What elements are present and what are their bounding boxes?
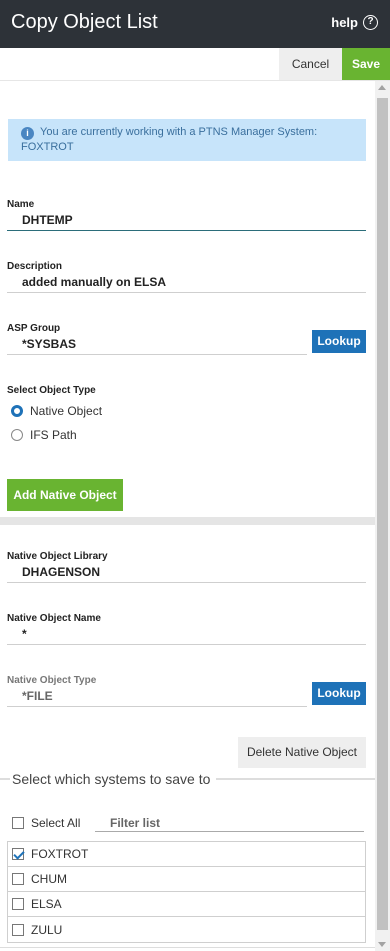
app-header: Copy Object List help ? [0, 0, 390, 48]
description-input[interactable]: added manually on ELSA [7, 271, 366, 293]
filter-list-input[interactable]: Filter list [95, 814, 364, 832]
select-all-checkbox[interactable]: Select All [12, 816, 80, 830]
radio-native-object[interactable]: Native Object [11, 404, 102, 418]
section-divider [0, 517, 375, 525]
add-native-object-button[interactable]: Add Native Object [7, 479, 123, 511]
radio-selected-icon[interactable] [11, 405, 23, 417]
save-button[interactable]: Save [342, 48, 390, 80]
scroll-down-arrow-icon[interactable] [378, 942, 386, 947]
list-item[interactable]: ELSA [8, 892, 365, 917]
checkbox-checked-icon[interactable] [12, 848, 24, 860]
cancel-button[interactable]: Cancel [279, 48, 342, 80]
section-rule-left [0, 778, 10, 780]
native-library-input[interactable]: DHAGENSON [7, 561, 366, 583]
asp-group-input[interactable]: *SYSBAS [7, 333, 307, 355]
name-input[interactable]: DHTEMP [7, 209, 366, 231]
info-icon: i [21, 127, 34, 140]
action-toolbar: Cancel Save [0, 48, 390, 81]
help-link[interactable]: help ? [331, 15, 378, 30]
native-type-input[interactable]: *FILE [7, 685, 307, 707]
scroll-up-arrow-icon[interactable] [378, 85, 386, 90]
info-text: You are currently working with a PTNS Ma… [21, 126, 318, 153]
help-label: help [331, 15, 358, 30]
info-banner: i You are currently working with a PTNS M… [8, 119, 366, 161]
list-item[interactable]: ZULU [8, 917, 365, 942]
asp-group-lookup-button[interactable]: Lookup [312, 330, 366, 353]
list-item[interactable]: CHUM [8, 867, 365, 892]
system-label: ZULU [31, 922, 63, 937]
native-type-lookup-button[interactable]: Lookup [312, 682, 366, 705]
radio-native-object-label: Native Object [30, 404, 103, 418]
native-name-input[interactable]: * [7, 623, 366, 645]
object-type-label: Select Object Type [7, 385, 96, 396]
delete-native-object-button[interactable]: Delete Native Object [238, 737, 366, 768]
vertical-scrollbar[interactable] [375, 81, 390, 951]
systems-list: FOXTROT CHUM ELSA ZULU [7, 841, 366, 943]
radio-unselected-icon[interactable] [11, 429, 23, 441]
system-label: ELSA [31, 897, 62, 911]
bottom-divider [0, 947, 375, 948]
checkbox-icon[interactable] [12, 873, 24, 885]
systems-section-title: Select which systems to save to [11, 771, 214, 787]
scroll-thumb[interactable] [377, 98, 388, 930]
section-rule-right [216, 778, 375, 780]
select-all-label: Select All [31, 816, 81, 830]
page-title: Copy Object List [11, 11, 158, 33]
help-icon: ? [363, 15, 378, 30]
radio-ifs-path-label: IFS Path [30, 428, 77, 442]
system-label: CHUM [31, 872, 67, 886]
checkbox-icon[interactable] [12, 898, 24, 910]
checkbox-icon[interactable] [12, 817, 24, 829]
list-item[interactable]: FOXTROT [8, 842, 365, 867]
radio-ifs-path[interactable]: IFS Path [11, 428, 77, 442]
checkbox-icon[interactable] [12, 923, 24, 936]
system-label: FOXTROT [31, 847, 89, 861]
